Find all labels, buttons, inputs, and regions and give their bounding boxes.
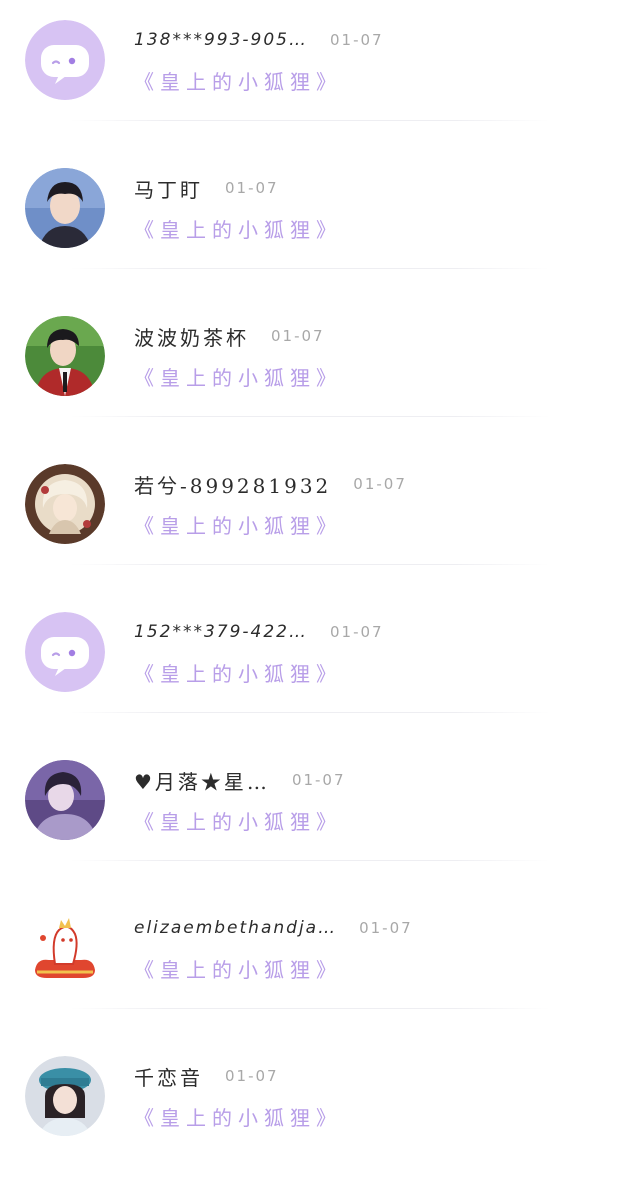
chat-list-item[interactable]: ♥月落★星… 01-07 《皇上的小狐狸》 [0, 740, 640, 888]
photo-avatar[interactable] [25, 168, 105, 248]
contact-name: 152***379-422… [134, 622, 308, 642]
photo-avatar[interactable] [25, 1056, 105, 1136]
chat-list-item[interactable]: elizaembethandja… 01-07 《皇上的小狐狸》 [0, 888, 640, 1036]
divider [70, 416, 550, 417]
photo-avatar[interactable] [25, 760, 105, 840]
divider [70, 1008, 550, 1009]
default-chat-icon[interactable] [25, 20, 105, 100]
contact-name: elizaembethandja… [134, 918, 338, 938]
message-preview: 《皇上的小狐狸》 [134, 810, 342, 834]
photo-avatar[interactable] [25, 316, 105, 396]
chat-list-item[interactable]: 若兮-899281932 01-07 《皇上的小狐狸》 [0, 444, 640, 592]
message-date: 01-07 [329, 31, 384, 49]
message-preview: 《皇上的小狐狸》 [134, 514, 342, 538]
divider [70, 712, 550, 713]
contact-name: 若兮-899281932 [134, 473, 332, 498]
contact-name: 马丁盯 [134, 177, 203, 202]
message-date: 01-07 [353, 475, 407, 493]
message-preview: 《皇上的小狐狸》 [134, 366, 342, 390]
chat-list-item[interactable]: 波波奶茶杯 01-07 《皇上的小狐狸》 [0, 296, 640, 444]
chat-list-item[interactable]: 152***379-422… 01-07 《皇上的小狐狸》 [0, 592, 640, 740]
contact-name: 138***993-905… [134, 30, 308, 50]
chat-list-item[interactable]: 马丁盯 01-07 《皇上的小狐狸》 [0, 148, 640, 296]
message-preview: 《皇上的小狐狸》 [134, 958, 342, 982]
message-date: 01-07 [225, 1067, 279, 1085]
contact-name: ♥月落★星… [134, 769, 270, 794]
divider [70, 120, 550, 121]
divider [70, 268, 550, 269]
message-preview: 《皇上的小狐狸》 [134, 70, 342, 94]
message-preview: 《皇上的小狐狸》 [134, 662, 342, 686]
illustration-avatar[interactable] [25, 464, 105, 544]
message-preview: 《皇上的小狐狸》 [134, 218, 342, 242]
chat-list-item[interactable]: 138***993-905… 01-07 《皇上的小狐狸》 [0, 0, 640, 148]
chat-list: 138***993-905… 01-07 《皇上的小狐狸》 马丁盯 01-07 … [0, 0, 640, 1150]
message-date: 01-07 [271, 327, 325, 345]
divider [70, 860, 550, 861]
message-preview: 《皇上的小狐狸》 [134, 1106, 342, 1130]
default-chat-icon[interactable] [25, 612, 105, 692]
message-date: 01-07 [291, 771, 346, 789]
contact-name: 千恋音 [134, 1065, 203, 1090]
cartoon-avatar[interactable] [25, 908, 105, 988]
chat-list-item[interactable]: 千恋音 01-07 《皇上的小狐狸》 [0, 1036, 640, 1184]
divider [70, 564, 550, 565]
message-date: 01-07 [359, 919, 413, 937]
message-date: 01-07 [225, 179, 279, 197]
message-date: 01-07 [329, 623, 384, 641]
contact-name: 波波奶茶杯 [134, 325, 249, 350]
